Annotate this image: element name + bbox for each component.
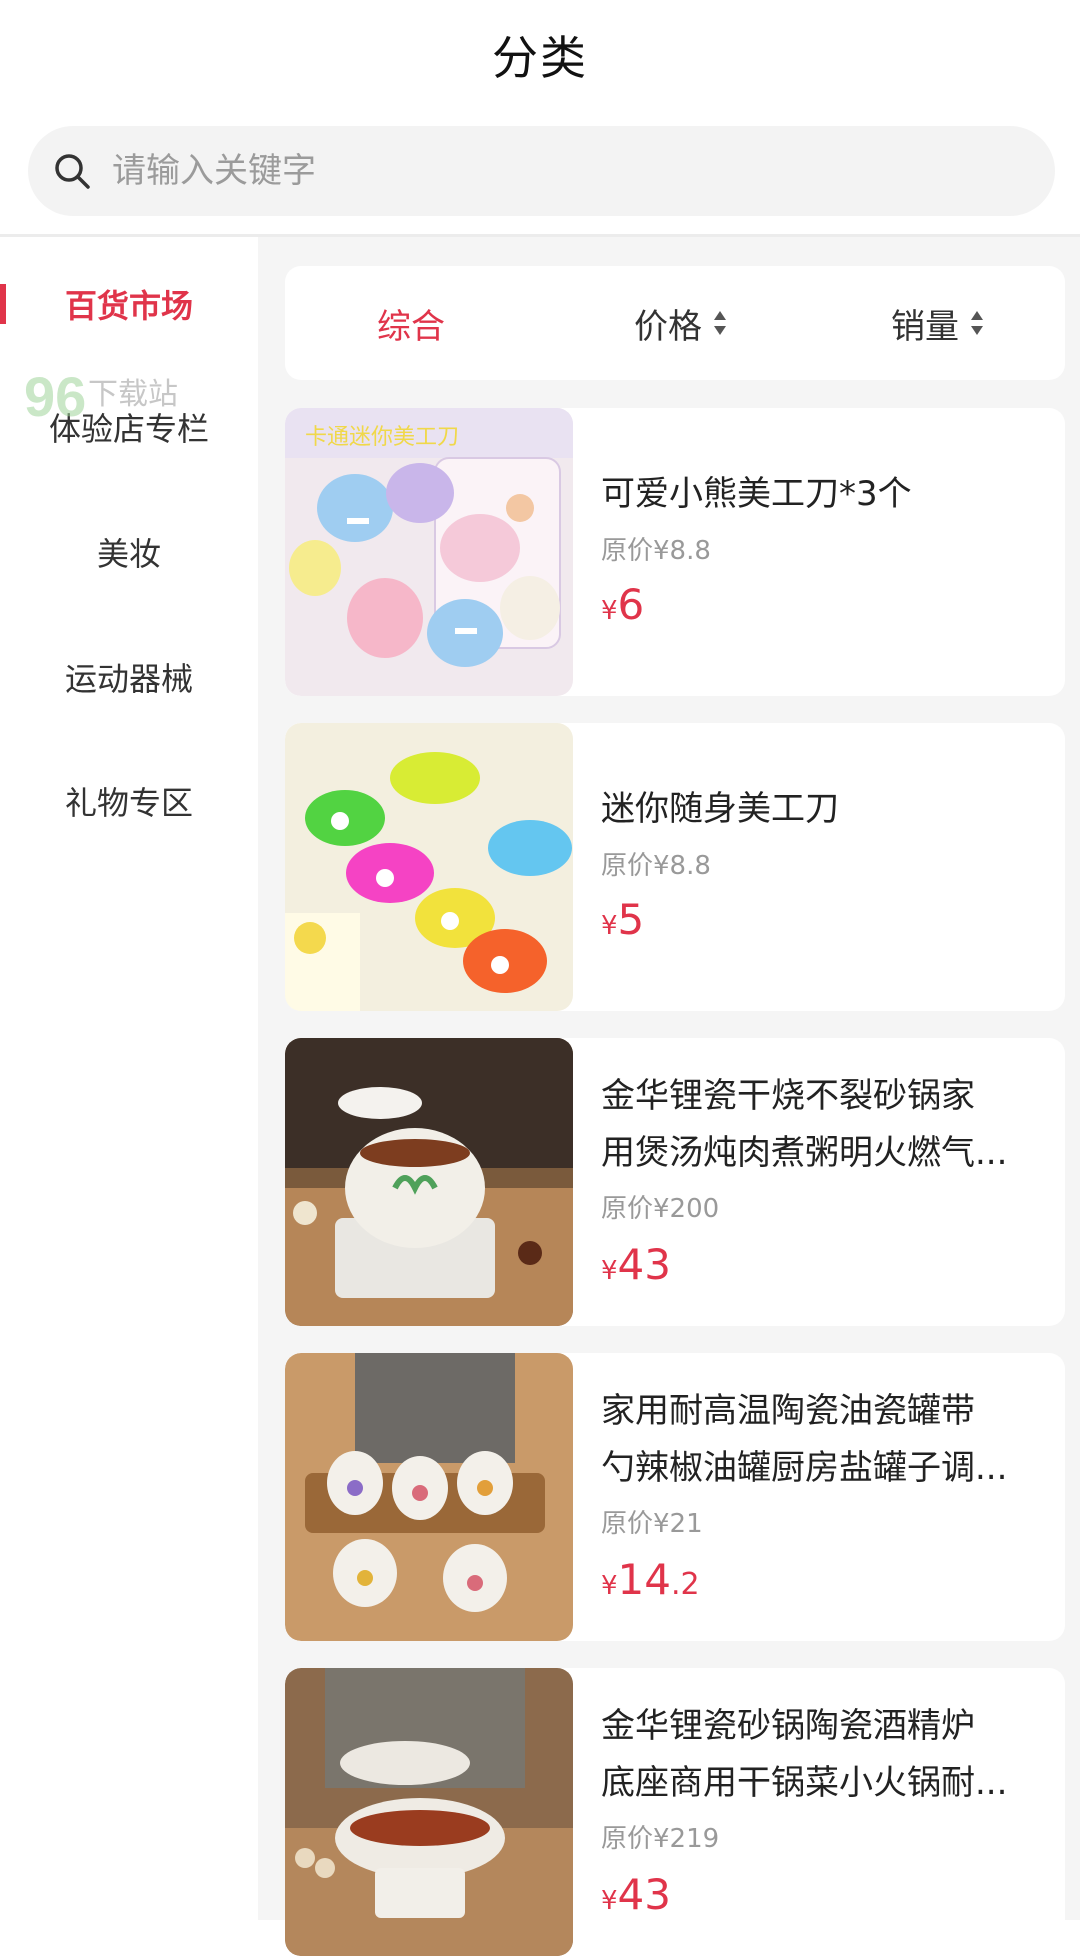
sidebar-item-department-store[interactable]: 百货市场 — [0, 274, 258, 334]
original-price: 原价¥8.8 — [601, 536, 711, 566]
search-input[interactable] — [110, 150, 994, 192]
sidebar-item-label: 百货市场 — [64, 287, 193, 325]
sale-price: ¥14.2 — [601, 1555, 700, 1604]
product-image[interactable]: 卡通迷你美工刀 — [285, 408, 573, 696]
sidebar-item-label: 礼物专区 — [64, 784, 193, 822]
product-card[interactable]: 卡通迷你美工刀 可爱小熊美工刀*3个 原价¥8.8 ¥6 — [285, 408, 1065, 696]
sidebar-item-beauty[interactable]: 美妆 — [0, 522, 258, 582]
product-name: 家用耐高温陶瓷油瓷罐带 — [601, 1391, 975, 1431]
search-icon — [55, 154, 90, 189]
sidebar-item-gifts[interactable]: 礼物专区 — [0, 771, 258, 831]
tab-label: 综合 — [377, 306, 445, 347]
product-image[interactable] — [285, 1038, 573, 1326]
watermark-number: 96 — [24, 365, 86, 428]
product-name: 金华锂瓷干烧不裂砂锅家 — [601, 1076, 975, 1116]
original-price: 原价¥200 — [601, 1194, 720, 1224]
product-image[interactable] — [285, 1668, 573, 1956]
original-price: 原价¥8.8 — [601, 851, 711, 881]
product-image-caption: 卡通迷你美工刀 — [305, 425, 459, 450]
tab-label: 价格 — [634, 306, 702, 347]
product-info: 家用耐高温陶瓷油瓷罐带 勺辣椒油罐厨房盐罐子调... 原价¥21 ¥14.2 — [601, 1353, 1041, 1641]
original-price: 原价¥21 — [601, 1509, 703, 1539]
product-name: 用煲汤炖肉煮粥明火燃气... — [601, 1133, 1008, 1173]
product-card[interactable]: 金华锂瓷干烧不裂砂锅家 用煲汤炖肉煮粥明火燃气... 原价¥200 ¥43 — [285, 1038, 1065, 1326]
product-image[interactable] — [285, 1353, 573, 1641]
sort-arrows-icon — [971, 311, 983, 335]
product-name: 底座商用干锅菜小火锅耐... — [601, 1763, 1008, 1803]
search-bar[interactable] — [28, 126, 1055, 216]
product-info: 金华锂瓷干烧不裂砂锅家 用煲汤炖肉煮粥明火燃气... 原价¥200 ¥43 — [601, 1038, 1041, 1326]
sidebar-item-label: 美妆 — [96, 535, 161, 573]
product-name: 迷你随身美工刀 — [601, 789, 839, 829]
page-title: 分类 — [492, 31, 588, 85]
page-header: 分类 — [0, 0, 1080, 110]
product-card[interactable]: 迷你随身美工刀 原价¥8.8 ¥5 — [285, 723, 1065, 1011]
sale-price: ¥43 — [601, 1870, 671, 1919]
watermark-logo: 96 下载站 — [24, 365, 178, 428]
sale-price: ¥6 — [601, 580, 645, 629]
product-image[interactable] — [285, 723, 573, 1011]
tab-comprehensive[interactable]: 综合 — [377, 266, 445, 380]
sale-price: ¥5 — [601, 895, 645, 944]
sidebar-item-label: 运动器械 — [64, 660, 193, 698]
product-info: 可爱小熊美工刀*3个 原价¥8.8 ¥6 — [601, 408, 1041, 696]
product-info: 金华锂瓷砂锅陶瓷酒精炉 底座商用干锅菜小火锅耐... 原价¥219 ¥43 — [601, 1668, 1041, 1956]
category-sidebar: 百货市场 体验店专栏 美妆 运动器械 礼物专区 — [0, 237, 258, 1920]
sort-bar: 综合 价格 销量 — [285, 266, 1065, 380]
sale-price: ¥43 — [601, 1240, 671, 1289]
product-card[interactable]: 家用耐高温陶瓷油瓷罐带 勺辣椒油罐厨房盐罐子调... 原价¥21 ¥14.2 — [285, 1353, 1065, 1641]
product-info: 迷你随身美工刀 原价¥8.8 ¥5 — [601, 723, 1041, 1011]
tab-label: 销量 — [891, 306, 959, 347]
original-price: 原价¥219 — [601, 1824, 720, 1854]
product-content: 综合 价格 销量 卡通迷你美工刀 可爱小熊美工刀*3个 原价¥8.8 ¥6 迷你… — [258, 237, 1080, 1956]
watermark-text: 下载站 — [88, 377, 178, 412]
tab-sales[interactable]: 销量 — [891, 266, 985, 380]
tab-price[interactable]: 价格 — [634, 266, 728, 380]
sort-arrows-icon — [714, 311, 726, 335]
product-name: 可爱小熊美工刀*3个 — [601, 474, 912, 514]
sidebar-item-sports-equipment[interactable]: 运动器械 — [0, 647, 258, 707]
product-name: 金华锂瓷砂锅陶瓷酒精炉 — [601, 1706, 975, 1746]
product-name: 勺辣椒油罐厨房盐罐子调... — [601, 1448, 1008, 1488]
product-card[interactable]: 金华锂瓷砂锅陶瓷酒精炉 底座商用干锅菜小火锅耐... 原价¥219 ¥43 — [285, 1668, 1065, 1956]
